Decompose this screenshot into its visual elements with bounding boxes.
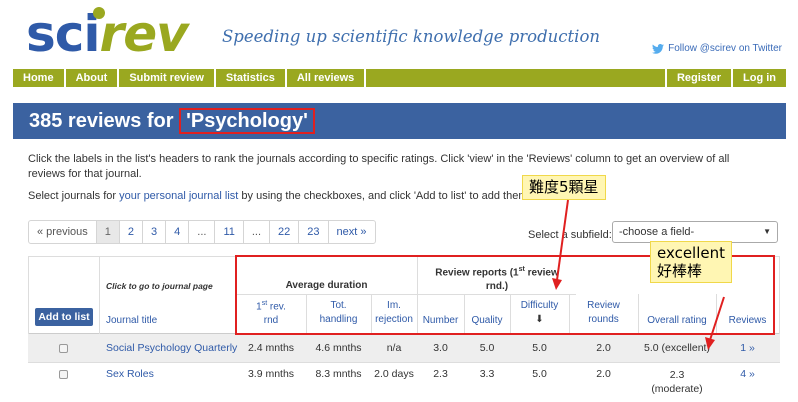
arrow-line xyxy=(556,199,569,281)
arrow-head xyxy=(552,278,562,290)
arrow-line xyxy=(709,296,725,341)
arrow-head xyxy=(705,337,715,350)
annotation-arrows xyxy=(552,199,725,350)
